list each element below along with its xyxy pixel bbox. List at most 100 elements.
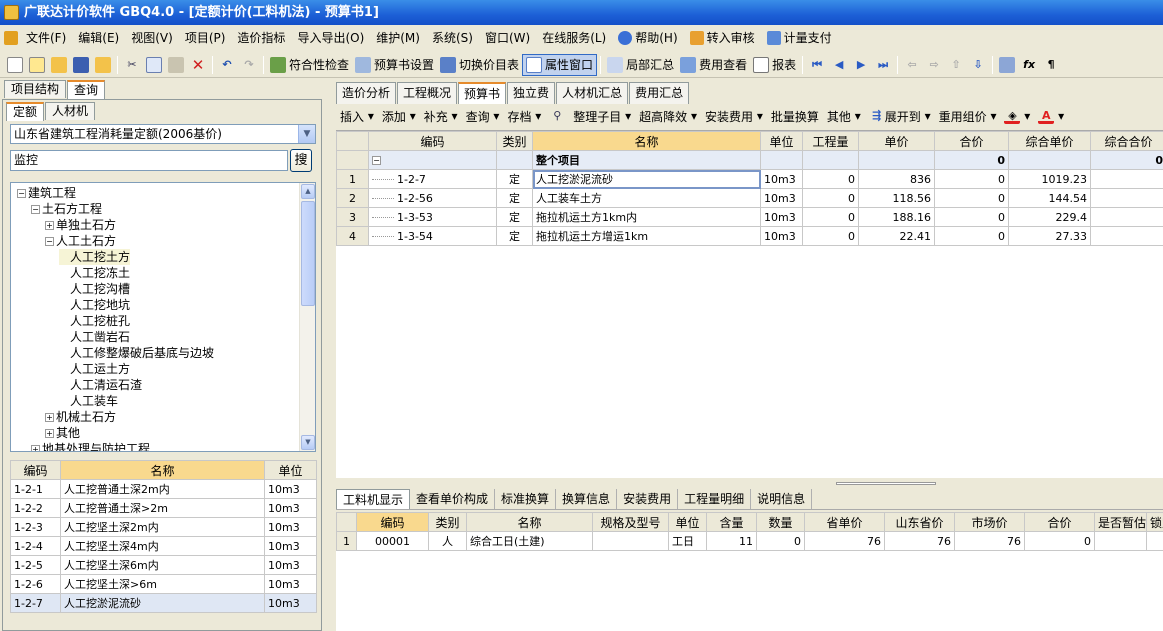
cell-unit-price[interactable]: 22.41 (858, 226, 935, 246)
move-up-button[interactable]: ⇧ (945, 54, 967, 76)
menu-review[interactable]: 转入审核 (684, 27, 761, 49)
col-header-locked[interactable]: 锁定 (1146, 512, 1163, 532)
cell-total[interactable]: 0 (934, 188, 1009, 208)
prev-button[interactable]: ◀ (828, 54, 850, 76)
expand-icon[interactable]: + (45, 413, 54, 422)
search-input[interactable]: 监控 (10, 150, 288, 171)
fill-color-dropdown[interactable]: ◈ ▾ (1000, 108, 1034, 124)
report-button[interactable]: 报表 (750, 54, 799, 76)
cell-name[interactable]: 人工挖淤泥流砂 (60, 593, 265, 613)
cell-name[interactable]: 人工挖普通土深>2m (60, 498, 265, 518)
tree-node[interactable]: 人工凿岩石 (59, 329, 130, 345)
tab-query[interactable]: 查询 (67, 80, 106, 99)
cell-comp-unit-price[interactable]: 229.4 (1008, 207, 1091, 227)
cell-unit[interactable]: 10m3 (264, 536, 317, 556)
tab-cost-analysis[interactable]: 造价分析 (336, 82, 397, 104)
list-item[interactable]: 1-2-2 人工挖普通土深>2m 10m3 (10, 498, 317, 518)
cell-unit[interactable]: 10m3 (760, 207, 803, 227)
col-header-provisional[interactable]: 是否暂估 (1094, 512, 1147, 532)
cell-name[interactable]: 人工装车土方 (532, 188, 761, 208)
cell-unit[interactable] (760, 150, 803, 170)
cell-name[interactable]: 综合工日(土建) (466, 531, 593, 551)
tab-conversion-info[interactable]: 换算信息 (556, 488, 618, 509)
cell-quantity[interactable] (802, 150, 859, 170)
first-button[interactable]: ⏮ (806, 54, 828, 76)
move-down-button[interactable]: ⇩ (967, 54, 989, 76)
list-item[interactable]: 1-2-7 人工挖淤泥流砂 10m3 (10, 593, 317, 613)
cell-type[interactable]: 定 (496, 188, 533, 208)
menu-online[interactable]: 在线服务(L) (536, 27, 612, 49)
tree-node[interactable]: 人工挖沟槽 (59, 281, 130, 297)
expand-to-dropdown[interactable]: ⇶ 展开到 ▾ (865, 108, 935, 125)
col-header-province-price[interactable]: 省单价 (804, 512, 885, 532)
collapse-icon[interactable]: − (17, 189, 26, 198)
cell-name[interactable]: 人工挖坚土深>6m (60, 574, 265, 594)
archive-dropdown[interactable]: 存档 ▾ (503, 108, 545, 125)
cell-unit[interactable]: 10m3 (264, 593, 317, 613)
col-header-name[interactable]: 名称 (466, 512, 593, 532)
col-header-quantity[interactable]: 工程量 (802, 131, 859, 151)
col-header-total[interactable]: 合价 (934, 131, 1009, 151)
formula-button[interactable]: fx (1018, 54, 1040, 76)
calculator-button[interactable] (996, 54, 1018, 76)
cell-code[interactable]: 1-2-7 (368, 169, 497, 189)
list-item[interactable]: 1-2-4 人工挖坚土深4m内 10m3 (10, 536, 317, 556)
fee-view-button[interactable]: 费用查看 (677, 54, 750, 76)
redo-button[interactable]: ↷ (238, 54, 260, 76)
tab-labor-material-machine[interactable]: 人材机 (45, 102, 96, 120)
tree-node[interactable]: 人工挖冻土 (59, 265, 130, 281)
tab-standard-conversion[interactable]: 标准换算 (495, 488, 557, 509)
grid-splitter[interactable] (336, 480, 1163, 487)
col-header-comp-total[interactable]: 综合合价 (1090, 131, 1163, 151)
menu-import-export[interactable]: 导入导出(O) (291, 27, 370, 49)
tree-node[interactable]: + 其他 (45, 425, 80, 441)
window-title-bar[interactable]: 广联达计价软件 GBQ4.0 - [定额计价(工料机法) - 预算书1] (0, 0, 1163, 25)
col-header-shandong-price[interactable]: 山东省价 (884, 512, 955, 532)
cell-shandong-price[interactable]: 76 (884, 531, 955, 551)
tree-node[interactable]: 人工清运石渣 (59, 377, 142, 393)
cell-code[interactable]: 00001 (356, 531, 429, 551)
tab-project-structure[interactable]: 项目结构 (4, 80, 67, 98)
cell-quantity[interactable]: 0 (802, 207, 859, 227)
cell-total[interactable]: 0 (934, 169, 1009, 189)
cell-unit[interactable]: 10m3 (760, 169, 803, 189)
tree-node[interactable]: + 单独土石方 (45, 217, 116, 233)
col-header-code[interactable]: 编码 (10, 460, 61, 480)
cell-unit[interactable]: 10m3 (760, 226, 803, 246)
cell-comp-unit-price[interactable]: 1019.23 (1008, 169, 1091, 189)
tab-install-fee[interactable]: 安装费用 (617, 488, 679, 509)
cell-unit[interactable]: 10m3 (760, 188, 803, 208)
col-header-unit[interactable]: 单位 (760, 131, 803, 151)
col-header-content[interactable]: 含量 (706, 512, 757, 532)
chevron-down-icon[interactable]: ▼ (298, 125, 315, 143)
cell-quantity[interactable]: 0 (802, 226, 859, 246)
cell-code[interactable]: 1-2-7 (10, 593, 61, 613)
cell-code[interactable]: 1-2-3 (10, 517, 61, 537)
new-button[interactable] (4, 54, 26, 76)
cell-total[interactable]: 0 (934, 150, 1009, 170)
menu-cost-index[interactable]: 造价指标 (231, 27, 291, 49)
menu-file[interactable]: 文件(F) (20, 27, 72, 49)
table-row[interactable]: 1 1-2-7 定人工挖淤泥流砂 10m3 0 836 0 1019.23 (336, 169, 1163, 189)
col-header-code[interactable]: 编码 (356, 512, 429, 532)
cell-code[interactable]: 1-2-6 (10, 574, 61, 594)
cell-provisional[interactable] (1094, 531, 1147, 551)
cell-unit[interactable]: 10m3 (264, 574, 317, 594)
splitter-handle[interactable] (836, 482, 936, 485)
paste-button[interactable] (165, 54, 187, 76)
cell-type[interactable]: 定 (496, 169, 533, 189)
col-header-code[interactable]: 编码 (368, 131, 497, 151)
col-header-comp-unit-price[interactable]: 综合单价 (1008, 131, 1091, 151)
delete-button[interactable]: ✕ (187, 54, 209, 76)
tree-node[interactable]: 人工装车 (59, 393, 118, 409)
cell-total[interactable]: 0 (934, 226, 1009, 246)
cell-comp-total[interactable] (1090, 226, 1163, 246)
paragraph-button[interactable]: ¶ (1040, 54, 1062, 76)
collapse-toggle-icon[interactable]: − (372, 156, 381, 165)
list-item[interactable]: 1-2-6 人工挖坚土深>6m 10m3 (10, 574, 317, 594)
panel-splitter[interactable] (324, 80, 332, 631)
install-fee-dropdown[interactable]: 安装费用 ▾ (701, 108, 767, 125)
tab-quantity-detail[interactable]: 工程量明细 (678, 488, 752, 509)
menu-system[interactable]: 系统(S) (426, 27, 479, 49)
col-header-market-price[interactable]: 市场价 (954, 512, 1025, 532)
